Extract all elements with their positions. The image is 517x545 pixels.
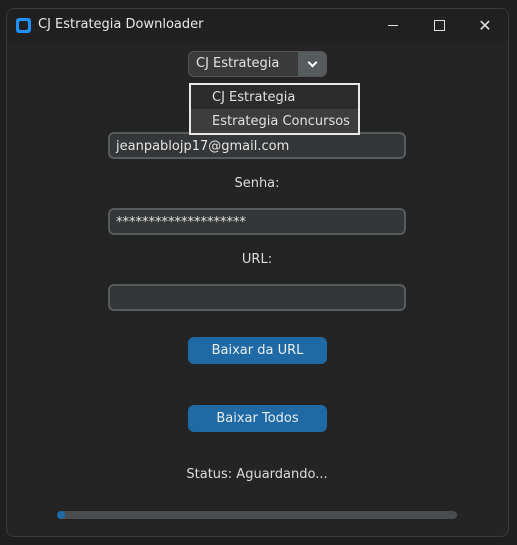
- maximize-button[interactable]: [416, 9, 462, 41]
- password-label: Senha:: [234, 176, 280, 191]
- close-icon: ✕: [478, 15, 492, 35]
- url-field[interactable]: [108, 284, 406, 311]
- status-text: Status: Aguardando...: [186, 467, 328, 482]
- progress-bar: [57, 511, 457, 519]
- email-field[interactable]: jeanpablojp17@gmail.com: [108, 132, 406, 159]
- password-field[interactable]: ********************: [108, 208, 406, 235]
- window-title: CJ Estrategia Downloader: [38, 17, 204, 32]
- title-bar[interactable]: CJ Estrategia Downloader ✕: [7, 9, 508, 41]
- app-window: CJ Estrategia Downloader ✕ CJ Estrategia…: [6, 8, 509, 537]
- platform-dropdown-menu: CJ Estrategia Estrategia Concursos: [189, 83, 360, 135]
- platform-select[interactable]: CJ Estrategia: [188, 51, 327, 77]
- dropdown-option-cj-estrategia[interactable]: CJ Estrategia: [191, 85, 358, 109]
- chevron-down-icon: [307, 57, 317, 68]
- dropdown-arrow-button[interactable]: [298, 52, 326, 76]
- dropdown-option-estrategia-concursos[interactable]: Estrategia Concursos: [191, 109, 358, 133]
- download-url-button[interactable]: Baixar da URL: [188, 337, 327, 364]
- download-all-button[interactable]: Baixar Todos: [188, 405, 327, 432]
- progress-fill: [57, 511, 65, 519]
- url-label: URL:: [241, 252, 273, 267]
- maximize-icon: [433, 19, 445, 31]
- close-button[interactable]: ✕: [462, 9, 508, 41]
- minimize-icon: [388, 24, 398, 26]
- platform-select-value: CJ Estrategia: [196, 56, 280, 71]
- minimize-button[interactable]: [370, 9, 416, 41]
- app-logo-icon: [16, 18, 31, 33]
